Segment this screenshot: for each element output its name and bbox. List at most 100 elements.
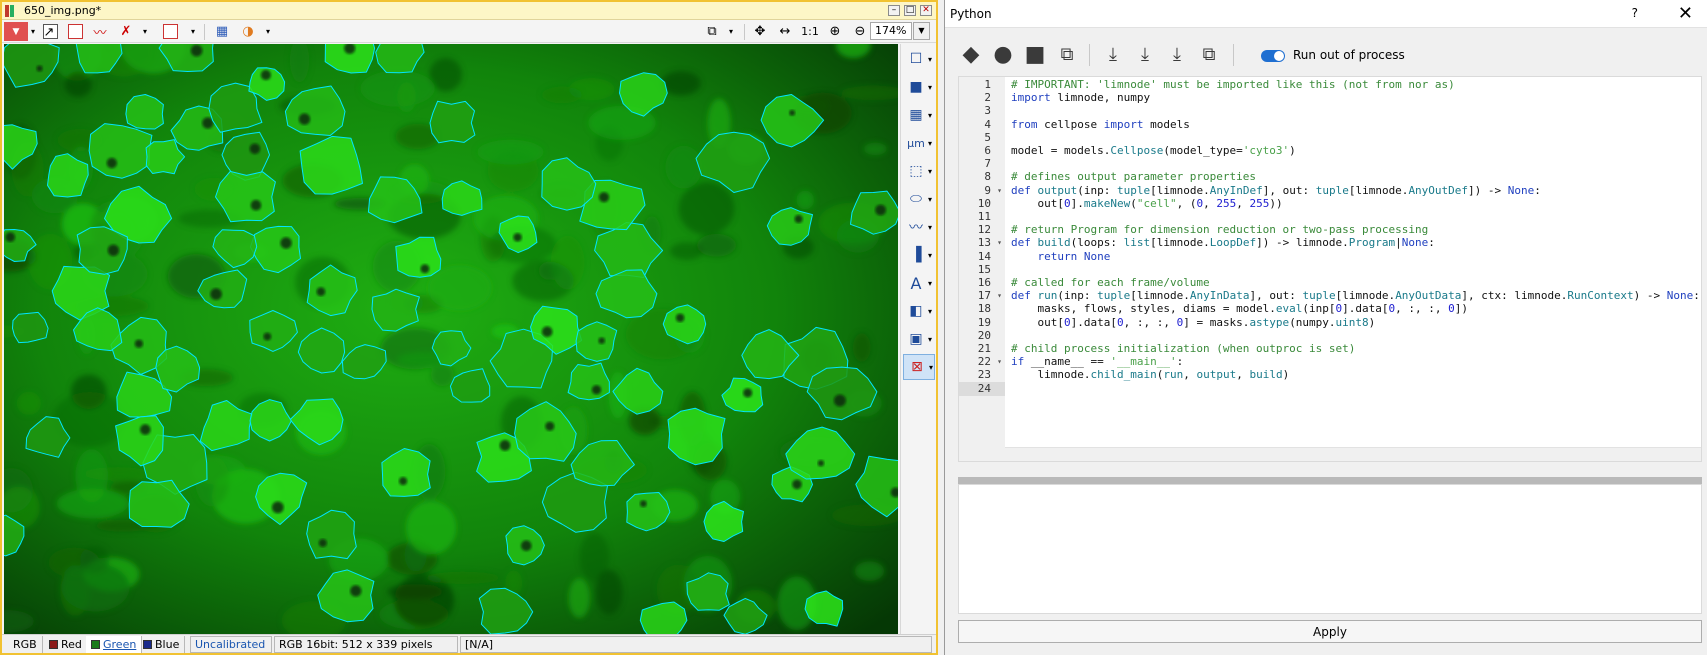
crop-tool[interactable]: ⬚ ▾	[903, 158, 935, 184]
code-line: def output(inp: tuple[limnode.AnyInDef],…	[1011, 183, 1541, 197]
cell-nucleus	[499, 440, 511, 451]
pane-splitter[interactable]	[958, 477, 1702, 484]
cell-outline	[12, 311, 49, 344]
roi-tool[interactable]: ⬭ ▾	[903, 186, 935, 212]
add-input-diamond-icon[interactable]: ◆	[957, 40, 985, 68]
tissue-texture	[568, 578, 590, 618]
line-number: 13	[959, 236, 1005, 250]
apply-button[interactable]: Apply	[958, 620, 1702, 643]
remove-output-icon[interactable]: ⧉	[1195, 40, 1223, 68]
zoom-out-icon[interactable]: ⊖	[850, 22, 870, 41]
code-line: if __name__ == '__main__':	[1011, 355, 1184, 369]
profile-tool[interactable]: 〰 ▾	[903, 214, 935, 240]
channel-tab-rgb[interactable]: RGB	[8, 636, 43, 653]
cell-nucleus	[260, 69, 271, 81]
remove-input-icon[interactable]: ⧉	[1053, 40, 1081, 68]
line-number: 23	[977, 368, 991, 382]
tissue-texture	[426, 571, 501, 585]
cell-nucleus	[5, 232, 16, 243]
image-info: RGB 16bit: 512 x 339 pixels	[274, 636, 458, 653]
measure-off-icon: ⊠	[911, 359, 923, 375]
scale-bar-icon: μm	[907, 136, 925, 150]
python-titlebar[interactable]: Python ? ✕	[945, 0, 1707, 28]
line-number: 15	[977, 262, 991, 276]
zoom-field[interactable]: 174%	[870, 22, 912, 40]
output-console[interactable]	[958, 484, 1702, 614]
add-output-icon[interactable]: ⤓	[1099, 40, 1127, 68]
image-status-bar: RGB Red Green Blue Uncalibrated RGB 16bi…	[2, 634, 936, 653]
line-number: 24	[959, 381, 1005, 396]
zoom-dropdown-icon[interactable]: ▼	[913, 22, 930, 40]
cell-outline	[429, 100, 476, 144]
overlay-tool[interactable]: ☐ ▾	[903, 46, 935, 72]
add-input-circle-icon[interactable]: ●	[989, 40, 1017, 68]
line-number: 21	[977, 342, 991, 355]
lut-on-icon[interactable]: ▼	[4, 22, 28, 41]
maximize-button[interactable]: □	[904, 5, 916, 16]
cell-nucleus	[521, 540, 532, 551]
scale-bar-tool[interactable]: μm ▾	[903, 130, 935, 156]
cell-nucleus	[107, 244, 120, 256]
channel-tab-green[interactable]: Green	[86, 636, 143, 653]
color-dropdown-icon[interactable]: ▾	[263, 22, 273, 41]
add-output-table-icon[interactable]: ⤓	[1163, 40, 1191, 68]
lut-bar-tool[interactable]: ▐ ▾	[903, 242, 935, 268]
help-button[interactable]: ?	[1632, 6, 1638, 20]
zoom-1-1-button[interactable]: 1:1	[800, 22, 820, 41]
minimize-button[interactable]: –	[888, 5, 900, 16]
palette-tool[interactable]: ◧ ▾	[903, 298, 935, 324]
gamma-dropdown-icon[interactable]: ▾	[188, 22, 198, 41]
overview-tool[interactable]: ▣ ▾	[903, 326, 935, 352]
cell-nucleus	[280, 237, 292, 249]
add-input-square-icon[interactable]: ■	[1021, 40, 1049, 68]
grid-tool[interactable]: ▦ ▾	[903, 102, 935, 128]
code-line: def build(loops: list[limnode.LoopDef]) …	[1011, 236, 1435, 250]
channel-tab-blue[interactable]: Blue	[138, 636, 186, 653]
add-output-binary-icon[interactable]: ⤓	[1131, 40, 1159, 68]
close-button[interactable]: ✕	[1678, 3, 1693, 24]
fit-width-icon[interactable]: ↔	[775, 22, 795, 41]
measure-tool[interactable]: ⊠ ▾	[903, 354, 935, 380]
cell-nucleus	[316, 287, 326, 297]
cell-outline	[76, 226, 128, 275]
image-viewport[interactable]	[4, 44, 898, 634]
binary-tool[interactable]: ■ ▾	[903, 74, 935, 100]
reset-lut-icon[interactable]: ✗	[116, 22, 136, 41]
histogram-icon[interactable]: 〰	[90, 22, 110, 41]
code-line: # return Program for dimension reduction…	[1011, 223, 1429, 237]
editor-horizontal-scrollbar[interactable]	[1005, 447, 1701, 461]
cell-nucleus	[598, 192, 610, 203]
run-out-of-process-toggle[interactable]	[1261, 50, 1285, 62]
cell-outline	[125, 94, 164, 130]
color-mix-icon[interactable]: ◑	[238, 22, 258, 41]
app-icon	[5, 5, 19, 32]
lut-dropdown-icon[interactable]: ▾	[28, 22, 38, 41]
line-number-gutter: 123456789101112131415161718192021222324	[959, 77, 1005, 461]
layer-tool-icon[interactable]: ⧉	[702, 22, 722, 41]
overview-icon: ▣	[909, 331, 923, 347]
cell-nucleus	[106, 157, 118, 169]
tissue-texture	[16, 391, 42, 416]
tissue-texture	[678, 182, 735, 235]
line-number: 10	[977, 196, 991, 210]
code-editor[interactable]: 123456789101112131415161718192021222324 …	[958, 76, 1702, 462]
fit-screen-icon[interactable]: ✥	[750, 22, 770, 41]
channels-grid-icon[interactable]: ▦	[212, 22, 232, 41]
cell-nucleus	[817, 460, 825, 467]
cell-nucleus	[399, 477, 408, 486]
zoom-in-icon[interactable]: ⊕	[825, 22, 845, 41]
lut-bar-icon: ▐	[910, 247, 922, 263]
image-window: 650_img.png* – □ ✕ ▼ ▾ ↗ 〰 ✗ ▾ ▾ ▦ ◑ ▾ ⧉…	[0, 0, 938, 655]
close-button[interactable]: ✕	[920, 5, 932, 16]
curve-icon[interactable]	[65, 22, 85, 41]
text-tool[interactable]: A ▾	[903, 270, 935, 296]
auto-contrast-icon[interactable]: ↗	[40, 22, 60, 41]
reset-dropdown-icon[interactable]: ▾	[140, 22, 150, 41]
image-window-title: 650_img.png*	[24, 4, 102, 17]
channel-tab-red[interactable]: Red	[44, 636, 88, 653]
layer-dropdown-icon[interactable]: ▾	[726, 22, 736, 41]
tissue-texture	[852, 332, 871, 363]
image-window-titlebar[interactable]: 650_img.png* – □ ✕	[2, 2, 936, 32]
calibration-status[interactable]: Uncalibrated	[190, 636, 272, 653]
gamma-icon[interactable]	[160, 22, 180, 41]
